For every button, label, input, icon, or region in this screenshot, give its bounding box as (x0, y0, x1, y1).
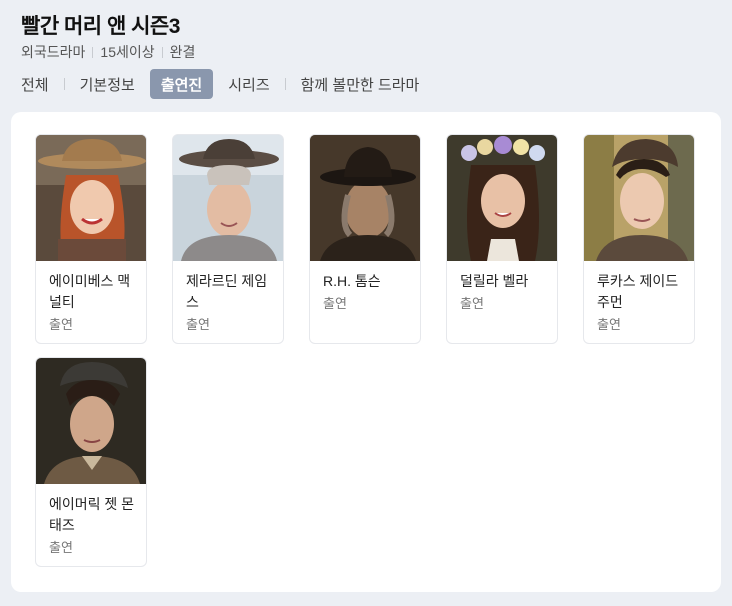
cast-panel: 에이미베스 맥널티 출연 제라르딘 제임스 출연 R.H. 톰슨 출연 덜릴라 … (11, 112, 721, 592)
meta-genre: 외국드라마 (21, 44, 86, 60)
tab-divider (63, 78, 65, 90)
tab-bar: 전체 기본정보 출연진 시리즈 함께 볼만한 드라마 (12, 69, 428, 99)
cast-photo (36, 358, 146, 484)
tab-series[interactable]: 시리즈 (219, 69, 278, 99)
cast-name: 루카스 제이드 주먼 (597, 273, 679, 310)
meta-status: 완결 (169, 44, 196, 60)
tab-recommended-dramas[interactable]: 함께 볼만한 드라마 (292, 69, 429, 99)
cast-card[interactable]: 루카스 제이드 주먼 출연 (583, 134, 695, 344)
cast-card[interactable]: 덜릴라 벨라 출연 (446, 134, 558, 344)
cast-card[interactable]: 에이머릭 젯 몬태즈 출연 (35, 357, 147, 567)
cast-role: 출연 (460, 296, 484, 311)
cast-card[interactable]: R.H. 톰슨 출연 (309, 134, 421, 344)
cast-card[interactable]: 제라르딘 제임스 출연 (172, 134, 284, 344)
tab-cast[interactable]: 출연진 (149, 69, 214, 99)
cast-name: 덜릴라 벨라 (460, 273, 529, 289)
cast-photo (310, 135, 420, 261)
cast-photo (173, 135, 283, 261)
cast-role: 출연 (49, 317, 73, 332)
cast-name: 제라르딘 제임스 (186, 273, 268, 310)
tab-divider (284, 78, 286, 90)
cast-name: R.H. 톰슨 (323, 273, 381, 289)
cast-role: 출연 (597, 317, 621, 332)
cast-photo (36, 135, 146, 261)
page-title: 빨간 머리 앤 시즌3 (21, 15, 180, 38)
tab-all[interactable]: 전체 (12, 69, 58, 99)
cast-card[interactable]: 에이미베스 맥널티 출연 (35, 134, 147, 344)
cast-name: 에이미베스 맥널티 (49, 273, 131, 310)
cast-role: 출연 (186, 317, 210, 332)
cast-photo (584, 135, 694, 261)
cast-role: 출연 (323, 296, 347, 311)
cast-name: 에이머릭 젯 몬태즈 (49, 496, 135, 533)
cast-photo (447, 135, 557, 261)
cast-role: 출연 (49, 540, 73, 555)
drama-meta: 외국드라마 15세이상 완결 (21, 42, 195, 62)
tab-basic-info[interactable]: 기본정보 (71, 69, 144, 99)
meta-rating: 15세이상 (100, 44, 155, 60)
meta-divider (161, 46, 163, 58)
meta-divider (92, 46, 94, 58)
